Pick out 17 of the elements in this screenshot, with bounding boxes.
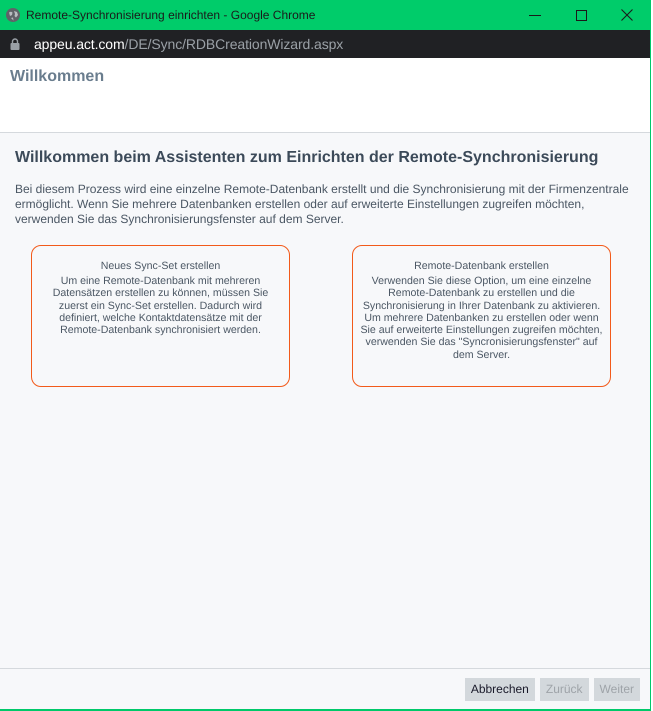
- option-description: Verwenden Sie diese Option, um eine einzelne Remote-Datenbank zu erstellen und die Synchronisierung in Ihrer Datenbank zu aktivieren. Um mehrere Datenbanken zu erstellen oder wenn Sie auf erweiterte Einstellungen zugreifen möchten, verwenden Sie das "Syncronisierungsfenster" auf dem Server.: [359, 275, 604, 362]
- minimize-icon: [529, 14, 541, 16]
- cancel-button[interactable]: Abbrechen: [464, 678, 535, 700]
- url-text: appeu.act.com/DE/Sync/RDBCreationWizard.aspx: [34, 36, 344, 52]
- option-card[interactable]: [31, 245, 290, 387]
- maximize-icon: [576, 10, 586, 20]
- window-title: Remote-Synchronisierung einrichten - Google Chrome: [26, 8, 316, 22]
- option-card[interactable]: [352, 245, 611, 387]
- lock-icon: [10, 38, 20, 50]
- page-title: Willkommen: [10, 68, 106, 86]
- globe-icon: [6, 8, 20, 22]
- option-title: Neues Sync-Set erstellen: [100, 260, 222, 273]
- intro-text: Bei diesem Prozess wird eine einzelne Remote-Datenbank erstellt und die Synchronisierung mit der Firmenzentrale ermöglicht. Wenn Sie mehrere Datenbanken erstellen oder auf erweiterte Einstellungen zugreifen möchten, verwenden Sie das Synchronisierungsfenster auf dem Server.: [15, 182, 630, 227]
- option-description: Um eine Remote-Datenbank mit mehreren Datensätzen erstellen zu können, müssen Sie zuerst ein Sync-Set erstellen. Dadurch wird definiert, welche Kontaktdatensätze mit der Remote-Datenbank synchronisiert werden.: [52, 275, 270, 336]
- close-icon: [621, 9, 633, 21]
- option-title: Remote-Datenbank erstellen: [413, 260, 550, 273]
- wizard-heading: Willkommen beim Assistenten zum Einrichten der Remote-Synchronisierung: [15, 149, 600, 167]
